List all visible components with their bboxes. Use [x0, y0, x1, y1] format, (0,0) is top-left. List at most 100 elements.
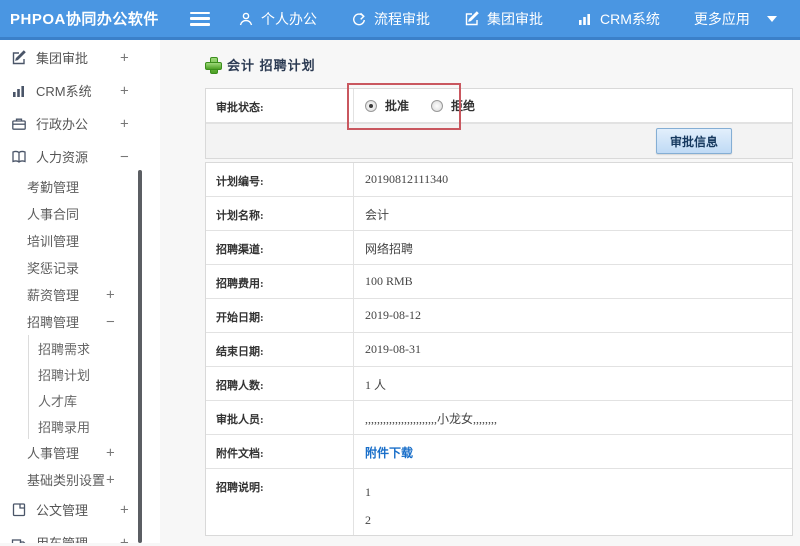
- sidebar-scrollbar[interactable]: [138, 170, 142, 543]
- expand-plus-icon[interactable]: +: [120, 83, 129, 98]
- sidebar-item[interactable]: 人事合同: [0, 200, 160, 227]
- table-row: 审批人员: ,,,,,,,,,,,,,,,,,,,,,,,,小龙女,,,,,,,…: [206, 401, 792, 435]
- sidebar-item-label: 招聘管理: [27, 315, 80, 330]
- bar-chart-icon: [577, 11, 593, 27]
- field-label: 计划编号:: [206, 163, 354, 196]
- table-row: 结束日期: 2019-08-31: [206, 333, 792, 367]
- approval-info-button[interactable]: 审批信息: [655, 128, 732, 154]
- field-value: 12: [354, 469, 792, 535]
- approval-status-row: 审批状态: 批准 拒绝: [206, 89, 792, 123]
- nav-item[interactable]: 更多应用: [694, 9, 777, 29]
- sidebar-item-label: 薪资管理: [27, 288, 80, 303]
- expand-plus-icon[interactable]: +: [120, 502, 129, 517]
- sidebar-menu: 集团审批 + CRM系统 + 行政办公 + 人力资源 − 考勤管理 人事合同 培训管理 奖惩记录 薪资管…: [0, 40, 160, 543]
- sidebar-item-label: 人才库: [38, 393, 78, 409]
- nav-item[interactable]: 流程审批: [351, 9, 430, 29]
- sidebar-item[interactable]: 公文管理 +: [0, 493, 160, 526]
- add-plus-icon: [205, 57, 222, 74]
- field-label: 计划名称:: [206, 197, 354, 230]
- hamburger-menu-icon[interactable]: [190, 11, 210, 26]
- description-line: 1: [365, 485, 371, 499]
- field-value: 20190812111340: [365, 172, 449, 186]
- approval-button-row: 审批信息: [206, 123, 792, 158]
- collapse-minus-icon[interactable]: −: [106, 314, 115, 329]
- collapse-minus-icon[interactable]: −: [120, 149, 129, 164]
- field-label: 开始日期:: [206, 299, 354, 332]
- bar-chart-icon: [10, 82, 27, 99]
- flow-cycle-icon: [351, 11, 367, 27]
- app-title: PHPOA协同办公软件: [10, 11, 159, 28]
- sidebar-item[interactable]: 培训管理: [0, 227, 160, 254]
- sidebar-item-label: 培训管理: [27, 234, 80, 249]
- approval-options: 批准 拒绝: [354, 89, 792, 122]
- nav-item[interactable]: CRM系统: [577, 9, 660, 29]
- reject-radio[interactable]: [431, 99, 444, 112]
- nav-item-label: CRM系统: [600, 10, 660, 27]
- sidebar-item[interactable]: CRM系统 +: [0, 74, 160, 107]
- edit-square-icon: [464, 10, 480, 27]
- approve-radio[interactable]: [365, 99, 377, 112]
- sidebar-item-label: 公文管理: [36, 503, 89, 518]
- expand-plus-icon[interactable]: +: [120, 535, 129, 543]
- nav-item-label: 集团审批: [487, 10, 543, 27]
- field-value: 2019-08-12: [365, 308, 421, 322]
- field-value: ,,,,,,,,,,,,,,,,,,,,,,,,小龙女,,,,,,,,: [365, 412, 498, 426]
- nav-item-label: 个人办公: [261, 10, 317, 27]
- table-row: 开始日期: 2019-08-12: [206, 299, 792, 333]
- sidebar-item-label: 集团审批: [36, 51, 89, 66]
- sidebar-item[interactable]: 基础类别设置 +: [0, 466, 160, 493]
- field-value: 会计: [365, 208, 390, 222]
- expand-plus-icon[interactable]: +: [106, 287, 115, 302]
- sidebar-item-label: 招聘录用: [38, 419, 91, 435]
- field-value: 2019-08-31: [365, 342, 421, 356]
- sidebar-item-label: 招聘计划: [38, 367, 91, 383]
- document-icon: [10, 501, 27, 518]
- sidebar-item[interactable]: 行政办公 +: [0, 107, 160, 140]
- sidebar: 集团审批 + CRM系统 + 行政办公 + 人力资源 − 考勤管理 人事合同 培训管理 奖惩记录 薪资管…: [0, 40, 160, 543]
- sidebar-item-label: 招聘需求: [38, 341, 91, 357]
- field-label: 审批人员:: [206, 401, 354, 434]
- truck-icon: [10, 534, 27, 543]
- briefcase-icon: [10, 115, 27, 132]
- sidebar-item[interactable]: 集团审批 +: [0, 41, 160, 74]
- reject-radio-label: 拒绝: [451, 99, 476, 113]
- field-label: 招聘说明:: [206, 469, 354, 535]
- expand-plus-icon[interactable]: +: [106, 472, 115, 487]
- sidebar-item[interactable]: 考勤管理: [0, 173, 160, 200]
- page-title: 会计 招聘计划: [227, 58, 316, 73]
- nav-item-label: 流程审批: [374, 10, 430, 27]
- field-label: 招聘渠道:: [206, 231, 354, 264]
- sidebar-item-label: 基础类别设置: [27, 473, 106, 488]
- nav-item[interactable]: 个人办公: [238, 9, 317, 29]
- description-line: 2: [365, 513, 371, 527]
- field-label: 招聘费用:: [206, 265, 354, 298]
- expand-plus-icon[interactable]: +: [120, 116, 129, 131]
- table-row: 计划编号: 20190812111340: [206, 163, 792, 197]
- sidebar-item[interactable]: 用车管理 +: [0, 526, 160, 543]
- sidebar-item[interactable]: 人力资源 −: [0, 140, 160, 173]
- approval-status-table: 审批状态: 批准 拒绝 审批信息: [205, 83, 793, 159]
- sidebar-item[interactable]: 薪资管理 +: [0, 281, 160, 308]
- field-value: 1 人: [365, 378, 387, 392]
- sidebar-item-label: 人事合同: [27, 207, 80, 222]
- attachment-download-link[interactable]: 附件下载: [365, 446, 413, 460]
- sidebar-item-label: 人力资源: [36, 150, 89, 165]
- sidebar-item[interactable]: 招聘管理 −: [0, 308, 160, 335]
- field-value: 网络招聘: [365, 242, 414, 256]
- sidebar-item-label: 奖惩记录: [27, 261, 80, 276]
- book-icon: [10, 148, 27, 165]
- sidebar-item-label: 考勤管理: [27, 180, 80, 195]
- field-value: 100 RMB: [365, 274, 413, 288]
- sidebar-item[interactable]: 人事管理 +: [0, 439, 160, 466]
- sidebar-item-label: 用车管理: [36, 533, 88, 543]
- field-label: 招聘人数:: [206, 367, 354, 400]
- table-row: 招聘说明: 12: [206, 469, 792, 535]
- nav-item[interactable]: 集团审批: [464, 9, 543, 29]
- sidebar-item[interactable]: 奖惩记录: [0, 254, 160, 281]
- table-row: 附件文档: 附件下载: [206, 435, 792, 469]
- table-row: 招聘人数: 1 人: [206, 367, 792, 401]
- sidebar-item-label: CRM系统: [36, 84, 92, 99]
- field-value: 附件下载: [354, 435, 792, 468]
- expand-plus-icon[interactable]: +: [106, 445, 115, 460]
- expand-plus-icon[interactable]: +: [120, 50, 129, 65]
